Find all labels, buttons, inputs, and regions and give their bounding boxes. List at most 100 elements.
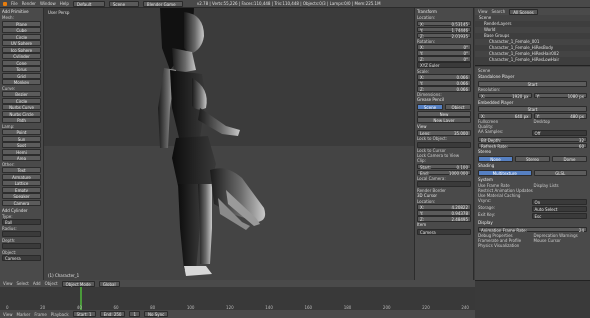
object-field[interactable]: Camera — [2, 255, 41, 261]
lens-field[interactable]: Lens: 35.000 — [417, 130, 471, 136]
add-uv-sphere-button[interactable]: UV Sphere — [2, 40, 41, 46]
add-hemi-lamp-button[interactable]: Hemi — [2, 148, 41, 155]
local-camera-field[interactable] — [417, 181, 471, 187]
3d-viewport[interactable]: User Persp (1) Character_1 — [44, 8, 414, 280]
add-spot-lamp-button[interactable]: Spot — [2, 142, 41, 148]
refresh-rate-field[interactable]: Refresh Rate: 60 — [478, 142, 587, 148]
bit-depth-field[interactable]: Bit Depth: 32 — [478, 136, 587, 142]
embedded-start-button[interactable]: Start — [478, 106, 587, 112]
add-point-lamp-button[interactable]: Point — [2, 129, 41, 135]
location-x-field[interactable]: X: 0.53145 — [417, 20, 471, 26]
add-plane-button[interactable]: Plane — [2, 20, 41, 27]
radius-field[interactable] — [2, 231, 41, 237]
add-cylinder-button[interactable]: Cylinder — [2, 53, 41, 59]
rotation-z-field[interactable]: Z: 0° — [417, 56, 471, 62]
embedded-player-header[interactable]: Embedded Player — [478, 100, 587, 106]
start-frame-field[interactable]: Start: 1 — [72, 311, 96, 317]
end-frame-field[interactable]: End: 250 — [99, 311, 126, 317]
outliner-search-menu[interactable]: Search — [492, 9, 506, 14]
stereo-none-button[interactable]: None — [478, 155, 513, 162]
add-sun-lamp-button[interactable]: Sun — [2, 135, 41, 142]
timeline-track[interactable]: 0 20 40 60 80 100 120 140 160 180 200 22… — [0, 287, 475, 310]
menu-window[interactable]: Window — [40, 1, 56, 6]
add-cube-button[interactable]: Cube — [2, 27, 41, 33]
scale-z-field[interactable]: Z: 0.066 — [417, 86, 471, 92]
stereo-dome-button[interactable]: Dome — [552, 155, 587, 162]
scale-y-field[interactable]: Y: 0.066 — [417, 80, 471, 86]
add-lattice-button[interactable]: Lattice — [2, 180, 41, 186]
new-layer-button[interactable]: New Layer — [417, 117, 471, 123]
add-curve-circle-button[interactable]: Circle — [2, 97, 41, 104]
screen-layout-select[interactable]: Default — [72, 0, 105, 7]
object-menu[interactable]: Object — [45, 281, 58, 286]
item-header[interactable]: Item — [417, 222, 471, 228]
cursor-x-field[interactable]: X: 4.20822 — [417, 204, 471, 210]
add-cone-button[interactable]: Cone — [2, 59, 41, 66]
desktop-checkbox[interactable]: Desktop — [534, 119, 588, 124]
menu-help[interactable]: Help — [60, 1, 69, 6]
physics-visualization-checkbox[interactable]: Physics Visualization — [478, 243, 587, 248]
storage-select[interactable]: Auto Select — [531, 205, 587, 212]
cursor-y-field[interactable]: Y: 0.94378 — [417, 210, 471, 216]
animation-frame-rate-field[interactable]: Animation Frame Rate: 24 — [478, 226, 587, 232]
standalone-start-button[interactable]: Start — [478, 80, 587, 87]
outliner-display-mode[interactable]: All Scenes — [509, 8, 538, 15]
rotation-x-field[interactable]: X: 0° — [417, 44, 471, 50]
framerate-profile-checkbox[interactable]: Framerate and Profile — [478, 238, 532, 243]
select-menu[interactable]: Select — [17, 281, 29, 286]
mode-select[interactable]: Object Mode — [61, 280, 95, 287]
scale-x-field[interactable]: X: 0.066 — [417, 74, 471, 80]
mouse-cursor-checkbox[interactable]: Mouse Cursor — [534, 238, 588, 243]
add-camera-button[interactable]: Camera — [2, 199, 41, 206]
add-torus-button[interactable]: Torus — [2, 66, 41, 72]
add-nurbs-curve-button[interactable]: Nurbs Curve — [2, 104, 41, 110]
add-armature-button[interactable]: Armature — [2, 173, 41, 180]
tab-object[interactable]: Object — [445, 103, 471, 110]
stereo-stereo-button[interactable]: Stereo — [515, 155, 550, 162]
add-menu[interactable]: Add — [33, 281, 41, 286]
rotation-mode-select[interactable]: XYZ Euler — [417, 62, 471, 68]
tab-scene[interactable]: Scene — [417, 103, 443, 110]
type-select[interactable]: Ball — [2, 219, 41, 225]
clip-end-field[interactable]: End: 1000.000 — [417, 169, 471, 175]
embedded-res-y-field[interactable]: Y: 480 px — [533, 113, 587, 119]
view-header[interactable]: View — [417, 124, 471, 130]
character-model[interactable] — [114, 8, 314, 280]
location-y-field[interactable]: Y: 1.74446 — [417, 26, 471, 32]
outliner-view-menu[interactable]: View — [478, 9, 488, 14]
add-monkey-button[interactable]: Monkey — [2, 79, 41, 85]
add-path-button[interactable]: Path — [2, 117, 41, 123]
scene-select[interactable]: Scene — [108, 0, 139, 7]
aa-samples-select[interactable]: Off — [531, 129, 587, 136]
shading-multitexture-button[interactable]: Multitexture — [478, 169, 532, 176]
add-nurbs-circle-button[interactable]: Nurbs Circle — [2, 110, 41, 117]
orientation-select[interactable]: Global — [98, 280, 120, 287]
add-speaker-button[interactable]: Speaker — [2, 193, 41, 199]
embedded-res-x-field[interactable]: X: 640 px — [478, 113, 532, 119]
add-circle-button[interactable]: Circle — [2, 33, 41, 40]
add-grid-button[interactable]: Grid — [2, 72, 41, 79]
menu-file[interactable]: File — [11, 1, 18, 6]
resolution-y-field[interactable]: Y: 1080 px — [533, 92, 587, 98]
shading-glsl-button[interactable]: GLSL — [533, 169, 587, 176]
render-engine-select[interactable]: Blender Game — [142, 0, 183, 7]
timeline-view-menu[interactable]: View — [3, 312, 13, 317]
display-lists-checkbox[interactable]: Display Lists — [534, 183, 588, 188]
display-header[interactable]: Display — [478, 220, 587, 226]
lock-object-field[interactable] — [417, 141, 471, 148]
item-name-field[interactable]: Camera — [417, 228, 471, 235]
add-bezier-button[interactable]: Bezier — [2, 91, 41, 97]
new-grease-pencil-button[interactable]: New — [417, 110, 471, 117]
add-ico-sphere-button[interactable]: Ico Sphere — [2, 46, 41, 53]
clip-start-field[interactable]: Start: 0.100 — [417, 163, 471, 169]
resolution-x-field[interactable]: X: 1920 px — [478, 92, 532, 98]
sync-mode-select[interactable]: No Sync — [144, 311, 169, 317]
current-frame-field[interactable]: 1 — [129, 311, 140, 317]
cursor-z-field[interactable]: Z: 2.48495 — [417, 216, 471, 222]
add-empty-button[interactable]: Empty — [2, 186, 41, 193]
vsync-select[interactable]: On — [531, 198, 587, 205]
exit-key-field[interactable]: Esc — [531, 212, 587, 219]
outliner-row-object[interactable]: Character_1_Female_HiResLowHair — [475, 57, 590, 63]
rotation-y-field[interactable]: Y: 0° — [417, 50, 471, 56]
view-menu[interactable]: View — [3, 281, 13, 286]
